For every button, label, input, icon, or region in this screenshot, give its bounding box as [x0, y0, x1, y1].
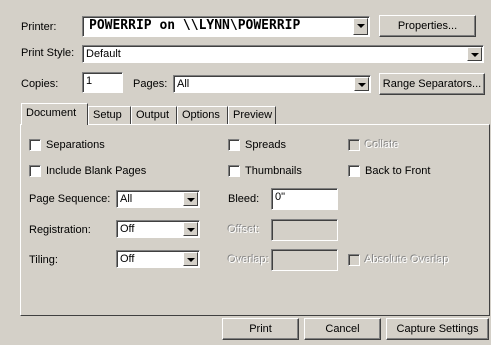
cancel-button[interactable]: Cancel: [304, 318, 381, 340]
tab-output[interactable]: Output: [131, 106, 177, 124]
back-to-front-label: Back to Front: [365, 165, 431, 177]
registration-label: Registration:: [29, 224, 91, 236]
include-blank-pages-label: Include Blank Pages: [46, 165, 147, 177]
printer-label: Printer:: [21, 21, 57, 33]
pages-label: Pages:: [133, 78, 168, 90]
print-style-select[interactable]: Default: [82, 45, 484, 63]
bleed-value: 0": [275, 191, 286, 203]
page-sequence-value: All: [120, 193, 133, 205]
tiling-label: Tiling:: [29, 254, 58, 266]
thumbnails-checkbox[interactable]: [228, 165, 240, 177]
document-tab-panel: [20, 124, 490, 316]
chevron-down-icon[interactable]: [183, 222, 198, 236]
registration-select[interactable]: Off: [116, 220, 200, 238]
absolute-overlap-label: Absolute Overlap: [365, 254, 450, 266]
back-to-front-checkbox[interactable]: [348, 165, 360, 177]
pages-value: All: [177, 78, 190, 90]
thumbnails-label: Thumbnails: [245, 165, 302, 177]
tab-document[interactable]: Document: [21, 103, 88, 125]
overlap-input[interactable]: [271, 249, 338, 271]
chevron-down-icon[interactable]: [183, 252, 198, 266]
offset-label: Offset:: [228, 224, 261, 236]
copies-input[interactable]: 1: [82, 72, 123, 93]
collate-label: Collate: [365, 139, 400, 151]
chevron-down-icon[interactable]: [467, 47, 482, 61]
collate-checkbox[interactable]: [348, 139, 360, 151]
copies-label: Copies:: [21, 78, 59, 90]
overlap-label: Overlap:: [228, 254, 270, 266]
chevron-down-icon[interactable]: [354, 77, 369, 91]
include-blank-pages-checkbox[interactable]: [29, 165, 41, 177]
copies-value: 1: [86, 75, 93, 87]
pages-select[interactable]: All: [173, 75, 371, 93]
registration-value: Off: [120, 223, 135, 235]
print-button[interactable]: Print: [222, 318, 299, 340]
bleed-label: Bleed:: [228, 193, 260, 205]
tiling-select[interactable]: Off: [116, 250, 200, 268]
page-sequence-select[interactable]: All: [116, 190, 200, 208]
print-style-value: Default: [86, 48, 121, 60]
chevron-down-icon[interactable]: [353, 18, 368, 35]
print-style-label: Print Style:: [21, 47, 75, 59]
tab-setup[interactable]: Setup: [88, 106, 131, 124]
properties-button[interactable]: Properties...: [379, 15, 476, 37]
absolute-overlap-checkbox[interactable]: [348, 254, 360, 266]
bleed-input[interactable]: 0": [271, 188, 338, 210]
offset-input[interactable]: [271, 219, 338, 241]
range-separators-button[interactable]: Range Separators...: [379, 73, 485, 95]
printer-select[interactable]: POWERRIP on \\LYNN\POWERRIP: [82, 16, 370, 37]
capture-settings-button[interactable]: Capture Settings: [386, 318, 489, 340]
printer-value: POWERRIP on \\LYNN\POWERRIP: [89, 18, 301, 33]
tiling-value: Off: [120, 253, 135, 265]
chevron-down-icon[interactable]: [183, 192, 198, 206]
separations-label: Separations: [46, 139, 105, 151]
page-sequence-label: Page Sequence:: [29, 193, 111, 205]
spreads-checkbox[interactable]: [228, 139, 240, 151]
tab-preview[interactable]: Preview: [228, 106, 276, 124]
spreads-label: Spreads: [245, 139, 286, 151]
tab-options[interactable]: Options: [177, 106, 228, 124]
separations-checkbox[interactable]: [29, 139, 41, 151]
